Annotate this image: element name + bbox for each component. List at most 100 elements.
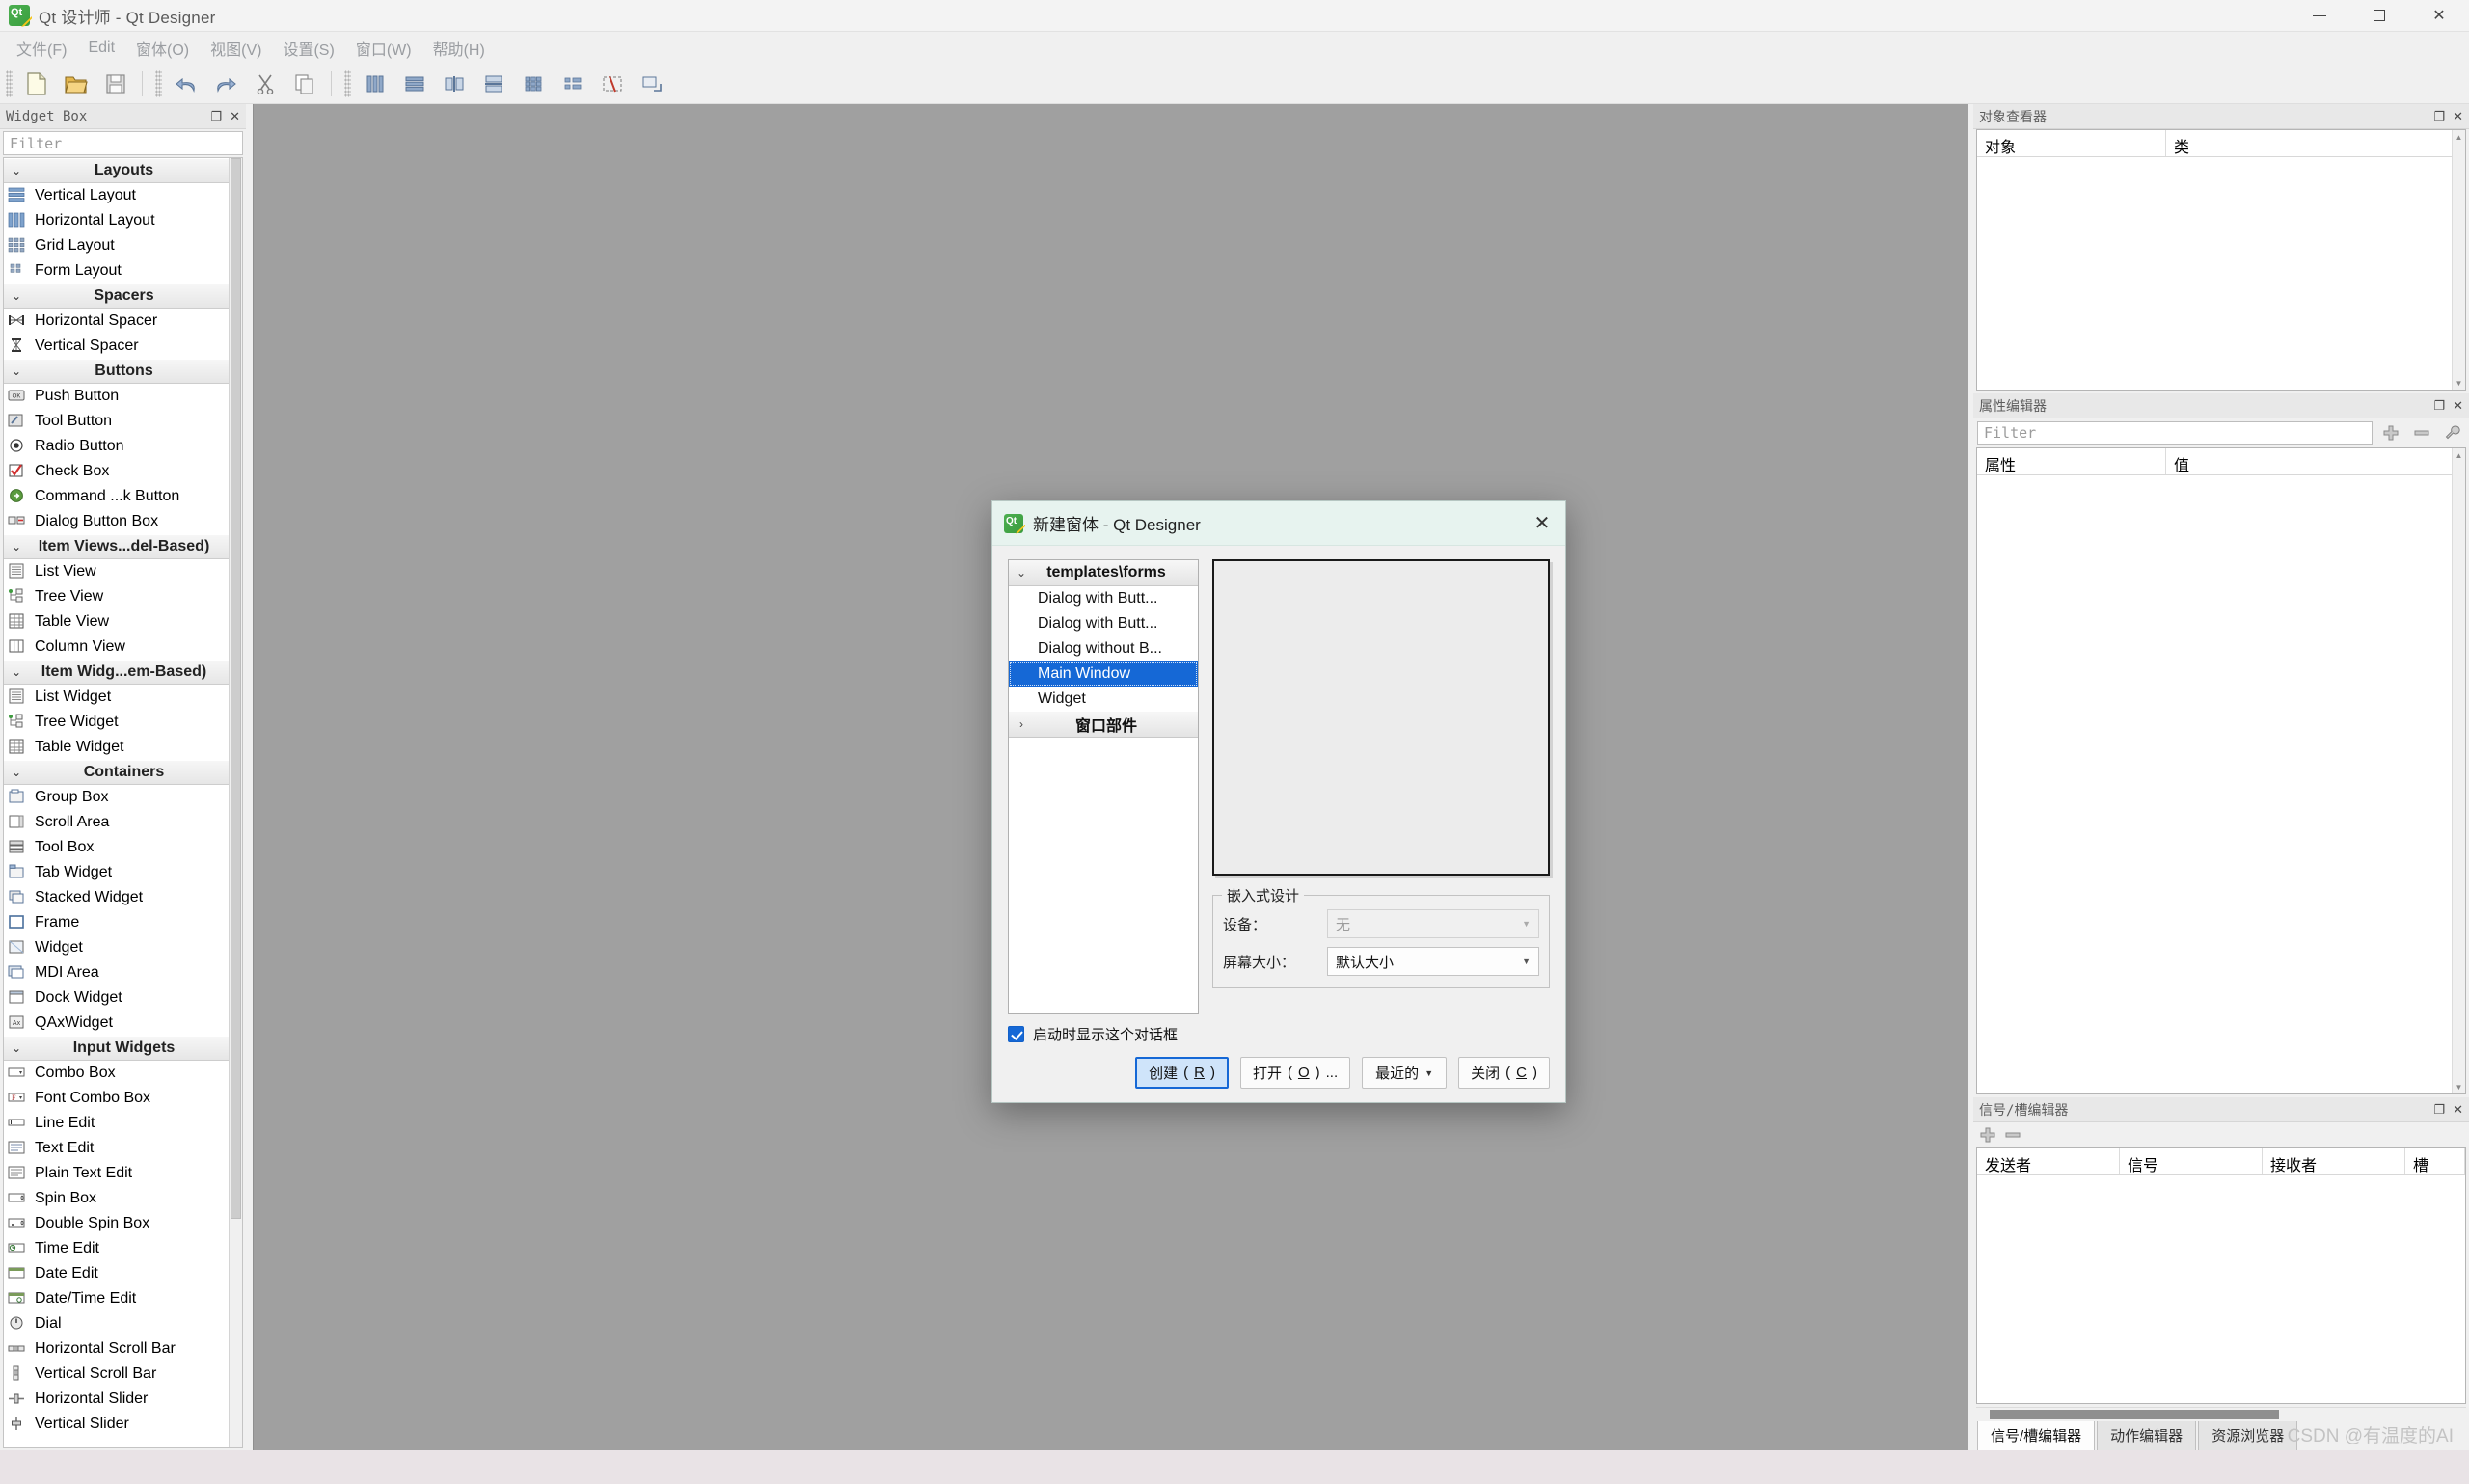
widget-category-layouts[interactable]: ⌄ Layouts: [4, 158, 242, 183]
widget-item-stacked-widget[interactable]: Stacked Widget: [4, 885, 242, 910]
widget-item-check-box[interactable]: Check Box: [4, 459, 242, 484]
template-list[interactable]: ⌄ templates\forms Dialog with Butt... Di…: [1008, 559, 1199, 1014]
column-value[interactable]: 值: [2166, 448, 2465, 474]
layout-form-button[interactable]: [556, 67, 588, 99]
widget-item-date-edit[interactable]: Date Edit: [4, 1261, 242, 1286]
widget-item-font-combo-box[interactable]: F Font Combo Box: [4, 1086, 242, 1111]
scroll-up-icon[interactable]: ▲: [2453, 448, 2465, 462]
widget-item-line-edit[interactable]: Line Edit: [4, 1111, 242, 1136]
menu-form[interactable]: 窗体(O): [125, 32, 200, 65]
menu-settings[interactable]: 设置(S): [272, 32, 344, 65]
column-sender[interactable]: 发送者: [1977, 1148, 2120, 1174]
widget-item-tool-button[interactable]: Tool Button: [4, 409, 242, 434]
template-item[interactable]: Widget: [1009, 687, 1198, 712]
dialog-close-button[interactable]: ✕: [1519, 501, 1565, 546]
widget-box-scrollbar-thumb[interactable]: [231, 158, 241, 1219]
widget-item-tool-box[interactable]: Tool Box: [4, 835, 242, 860]
widget-category-spacers[interactable]: ⌄ Spacers: [4, 283, 242, 309]
column-slot[interactable]: 槽: [2405, 1148, 2465, 1174]
menu-help[interactable]: 帮助(H): [422, 32, 496, 65]
widget-item-radio-button[interactable]: Radio Button: [4, 434, 242, 459]
widget-item-text-edit[interactable]: Text Edit: [4, 1136, 242, 1161]
recent-button[interactable]: 最近的 ▼: [1362, 1057, 1448, 1089]
widget-item-combo-box[interactable]: Combo Box: [4, 1061, 242, 1086]
template-item[interactable]: Dialog without B...: [1009, 636, 1198, 661]
add-property-button[interactable]: [2378, 421, 2403, 445]
widget-item-group-box[interactable]: Group Box: [4, 785, 242, 810]
remove-property-button[interactable]: [2409, 421, 2434, 445]
show-on-startup-row[interactable]: 启动时显示这个对话框: [1008, 1024, 1550, 1044]
column-class[interactable]: 类: [2166, 130, 2465, 156]
widget-item-scroll-area[interactable]: Scroll Area: [4, 810, 242, 835]
widget-item-dialog-button-box[interactable]: Dialog Button Box: [4, 509, 242, 534]
widget-item-dial[interactable]: Dial: [4, 1311, 242, 1336]
widget-item-frame[interactable]: Frame: [4, 910, 242, 935]
configure-property-button[interactable]: [2440, 421, 2465, 445]
widget-box-filter[interactable]: [3, 131, 243, 155]
layout-horizontal-button[interactable]: [398, 67, 430, 99]
template-category-widgets[interactable]: › 窗口部件: [1009, 712, 1198, 738]
open-button[interactable]: 打开 (O) ...: [1239, 1057, 1351, 1089]
property-editor-table[interactable]: 属性 值 ▲ ▼: [1976, 447, 2466, 1094]
toolbar-grip-2[interactable]: [155, 69, 162, 97]
widget-item-double-spin-box[interactable]: Double Spin Box: [4, 1211, 242, 1236]
float-panel-icon[interactable]: ❐: [2433, 1103, 2445, 1116]
signal-slot-hscrollbar-thumb[interactable]: [1990, 1410, 2279, 1419]
widget-item-vertical-layout[interactable]: Vertical Layout: [4, 183, 242, 208]
template-item[interactable]: Dialog with Butt...: [1009, 611, 1198, 636]
minimize-button[interactable]: [2290, 0, 2349, 32]
cut-button[interactable]: [249, 67, 281, 99]
widget-item-tree-view[interactable]: Tree View: [4, 584, 242, 609]
tab-resource-browser[interactable]: 资源浏览器: [2198, 1419, 2298, 1450]
widget-item-tab-widget[interactable]: Tab Widget: [4, 860, 242, 885]
widget-item-spin-box[interactable]: Spin Box: [4, 1186, 242, 1211]
tab-action-editor[interactable]: 动作编辑器: [2097, 1419, 2197, 1450]
break-layout-button[interactable]: [596, 67, 628, 99]
widget-item-horizontal-slider[interactable]: Horizontal Slider: [4, 1387, 242, 1412]
close-button[interactable]: ✕: [2409, 0, 2469, 32]
create-button[interactable]: 创建 (R): [1135, 1057, 1229, 1089]
widget-item-horizontal-layout[interactable]: Horizontal Layout: [4, 208, 242, 233]
property-filter[interactable]: [1977, 421, 2373, 445]
save-form-button[interactable]: [99, 67, 131, 99]
widget-item-table-view[interactable]: Table View: [4, 609, 242, 634]
show-on-startup-checkbox[interactable]: [1008, 1026, 1024, 1042]
widget-item-form-layout[interactable]: Form Layout: [4, 258, 242, 283]
widget-item-column-view[interactable]: Column View: [4, 634, 242, 660]
widget-item-vertical-scroll-bar[interactable]: Vertical Scroll Bar: [4, 1362, 242, 1387]
widget-item-horizontal-scroll-bar[interactable]: Horizontal Scroll Bar: [4, 1336, 242, 1362]
widget-item-push-button[interactable]: OK Push Button: [4, 384, 242, 409]
add-connection-button[interactable]: [1979, 1126, 1996, 1144]
widget-category-buttons[interactable]: ⌄ Buttons: [4, 359, 242, 384]
copy-button[interactable]: [288, 67, 320, 99]
widget-category-input-widgets[interactable]: ⌄ Input Widgets: [4, 1036, 242, 1061]
signal-slot-table[interactable]: 发送者 信号 接收者 槽: [1976, 1147, 2466, 1404]
widget-item-dock-widget[interactable]: Dock Widget: [4, 985, 242, 1011]
scroll-down-icon[interactable]: ▼: [2453, 376, 2465, 390]
template-category-forms[interactable]: ⌄ templates\forms: [1009, 560, 1198, 586]
menu-file[interactable]: 文件(F): [6, 32, 77, 65]
widget-box-scrollbar[interactable]: [229, 158, 242, 1447]
close-dialog-button[interactable]: 关闭 (C): [1458, 1057, 1550, 1089]
widget-item-list-view[interactable]: List View: [4, 559, 242, 584]
redo-button[interactable]: [209, 67, 241, 99]
widget-item-tree-widget[interactable]: Tree Widget: [4, 710, 242, 735]
property-editor-scrollbar[interactable]: ▲ ▼: [2452, 448, 2465, 1093]
template-item-main-window[interactable]: Main Window: [1009, 661, 1198, 687]
toolbar-grip[interactable]: [6, 69, 13, 97]
widget-item-horizontal-spacer[interactable]: Horizontal Spacer: [4, 309, 242, 334]
menu-view[interactable]: 视图(V): [200, 32, 272, 65]
remove-connection-button[interactable]: [2004, 1126, 2021, 1144]
column-signal[interactable]: 信号: [2120, 1148, 2263, 1174]
scroll-up-icon[interactable]: ▲: [2453, 130, 2465, 144]
widget-item-command-link-button[interactable]: Command ...k Button: [4, 484, 242, 509]
close-panel-icon[interactable]: ✕: [230, 110, 240, 122]
toolbar-grip-3[interactable]: [344, 69, 351, 97]
layout-grid-button[interactable]: [517, 67, 549, 99]
template-item[interactable]: Dialog with Butt...: [1009, 586, 1198, 611]
widget-item-table-widget[interactable]: Table Widget: [4, 735, 242, 760]
menu-window[interactable]: 窗口(W): [345, 32, 422, 65]
widget-category-item-widgets[interactable]: ⌄ Item Widg...em-Based): [4, 660, 242, 685]
scroll-down-icon[interactable]: ▼: [2453, 1080, 2465, 1093]
object-inspector-scrollbar[interactable]: ▲ ▼: [2452, 130, 2465, 390]
